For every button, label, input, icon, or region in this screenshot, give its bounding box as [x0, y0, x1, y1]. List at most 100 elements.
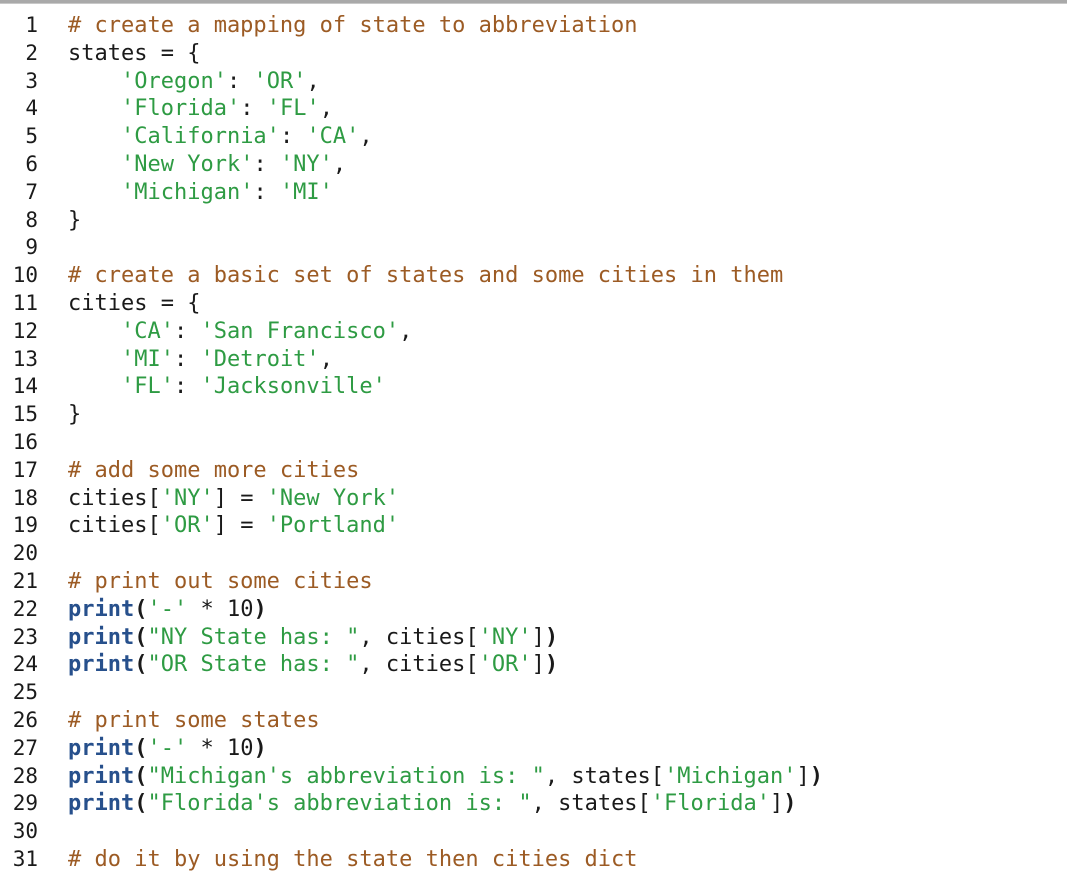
- token-string: 'NY': [478, 624, 532, 650]
- line-code: # create a mapping of state to abbreviat…: [38, 12, 638, 40]
- code-line[interactable]: 11 cities = {: [0, 290, 1067, 318]
- token-comment: # create a basic set of states and some …: [68, 263, 784, 289]
- token-string: 'FL': [120, 374, 174, 400]
- line-number: 7: [25, 179, 38, 204]
- code-line[interactable]: 29 print("Florida's abbreviation is: ", s…: [0, 790, 1067, 818]
- code-line[interactable]: 25: [0, 679, 1067, 707]
- code-line[interactable]: 5 'California': 'CA',: [0, 123, 1067, 151]
- line-code: 'Oregon': 'OR',: [38, 68, 320, 96]
- line-code: # print out some cities: [38, 568, 373, 596]
- token-comment: # add some more cities: [68, 457, 360, 483]
- token-string: 'NY': [279, 151, 333, 177]
- code-line[interactable]: 27 print('-' * 10): [0, 735, 1067, 763]
- token-plain: ]: [770, 791, 784, 817]
- token-keyword: print: [68, 763, 135, 789]
- code-line[interactable]: 30: [0, 818, 1067, 846]
- token-punct: ): [253, 735, 267, 761]
- token-plain: , states[: [531, 791, 651, 817]
- token-plain: ,: [319, 96, 333, 122]
- token-keyword: print: [68, 624, 135, 650]
- token-punct: (: [134, 735, 148, 761]
- line-number: 28: [12, 763, 38, 788]
- token-string: 'Michigan': [120, 179, 254, 205]
- line-number: 5: [25, 124, 38, 149]
- token-number: 10: [226, 735, 254, 761]
- token-keyword: print: [68, 791, 135, 817]
- token-punct: ): [809, 763, 824, 789]
- code-line[interactable]: 23 print("NY State has: ", cities['NY']): [0, 624, 1067, 652]
- code-line[interactable]: 22 print('-' * 10): [0, 596, 1067, 624]
- code-line[interactable]: 6 'New York': 'NY',: [0, 151, 1067, 179]
- code-line[interactable]: 28 print("Michigan's abbreviation is: ", …: [0, 763, 1067, 791]
- token-plain: cities[: [68, 485, 161, 511]
- token-string: 'Florida': [650, 791, 771, 817]
- code-line[interactable]: 8}: [0, 207, 1067, 235]
- code-line[interactable]: 9: [0, 234, 1067, 262]
- line-code: # print some states: [38, 707, 320, 735]
- code-line[interactable]: 10 # create a basic set of states and som…: [0, 262, 1067, 290]
- line-code: }: [38, 207, 81, 235]
- code-line[interactable]: 3 'Oregon': 'OR',: [0, 68, 1067, 96]
- token-punct: ): [253, 596, 267, 622]
- code-line[interactable]: 24 print("OR State has: ", cities['OR']): [0, 651, 1067, 679]
- token-comment: # do it by using the state then cities d…: [68, 846, 638, 872]
- token-comment: # print out some cities: [68, 568, 373, 594]
- code-line[interactable]: 14 'FL': 'Jacksonville': [0, 373, 1067, 401]
- line-number: 14: [12, 374, 38, 399]
- line-code: print("OR State has: ", cities['OR']): [38, 651, 558, 679]
- token-string: 'New York': [120, 151, 254, 177]
- token-string: 'Portland': [266, 513, 400, 539]
- code-line[interactable]: 31 # do it by using the state then cities…: [0, 846, 1067, 874]
- line-code: print("Michigan's abbreviation is: ", st…: [38, 763, 823, 791]
- token-keyword: print: [68, 652, 135, 678]
- token-plain: :: [240, 96, 267, 122]
- line-code: 'CA': 'San Francisco',: [38, 318, 412, 346]
- line-number: 10: [12, 263, 38, 288]
- token-string: 'Oregon': [120, 68, 227, 94]
- token-punct: ): [783, 791, 797, 817]
- token-comment: # print some states: [68, 707, 320, 733]
- code-line[interactable]: 20: [0, 540, 1067, 568]
- token-plain: states = {: [68, 40, 201, 66]
- token-punct: (: [134, 763, 148, 789]
- token-plain: :: [173, 374, 201, 400]
- token-plain: :: [226, 68, 254, 94]
- code-line[interactable]: 18 cities['NY'] = 'New York': [0, 485, 1067, 513]
- line-number: 29: [12, 791, 38, 816]
- line-number: 18: [12, 485, 38, 510]
- code-line[interactable]: 16: [0, 429, 1067, 457]
- line-number: 2: [25, 40, 38, 65]
- code-line[interactable]: 7 'Michigan': 'MI': [0, 179, 1067, 207]
- code-line[interactable]: 4 'Florida': 'FL',: [0, 95, 1067, 123]
- code-line[interactable]: 21 # print out some cities: [0, 568, 1067, 596]
- code-listing[interactable]: 1 # create a mapping of state to abbrevia…: [0, 4, 1067, 874]
- token-plain: *: [187, 735, 227, 761]
- line-number: 4: [25, 96, 38, 121]
- line-code: }: [38, 401, 81, 429]
- line-code: 'New York': 'NY',: [38, 151, 346, 179]
- code-line[interactable]: 26 # print some states: [0, 707, 1067, 735]
- token-string: 'Jacksonville': [200, 374, 386, 400]
- code-line[interactable]: 13 'MI': 'Detroit',: [0, 346, 1067, 374]
- token-plain: ] =: [213, 513, 267, 539]
- token-comment: # create a mapping of state to abbreviat…: [68, 13, 638, 38]
- line-number: 13: [12, 346, 38, 371]
- code-line[interactable]: 1 # create a mapping of state to abbrevia…: [0, 12, 1067, 40]
- token-plain: ]: [531, 652, 545, 678]
- token-plain: , states[: [544, 763, 665, 789]
- code-line[interactable]: 19 cities['OR'] = 'Portland': [0, 512, 1067, 540]
- line-code: 'Florida': 'FL',: [38, 95, 333, 123]
- line-number: 12: [12, 318, 38, 343]
- code-line[interactable]: 12 'CA': 'San Francisco',: [0, 318, 1067, 346]
- token-string: "NY State has: ": [147, 624, 360, 650]
- token-punct: (: [134, 596, 148, 622]
- code-line[interactable]: 2 states = {: [0, 40, 1067, 68]
- code-line[interactable]: 15}: [0, 401, 1067, 429]
- token-plain: cities = {: [68, 290, 201, 316]
- line-number: 27: [12, 735, 38, 760]
- line-number: 9: [25, 235, 38, 260]
- code-line[interactable]: 17 # add some more cities: [0, 457, 1067, 485]
